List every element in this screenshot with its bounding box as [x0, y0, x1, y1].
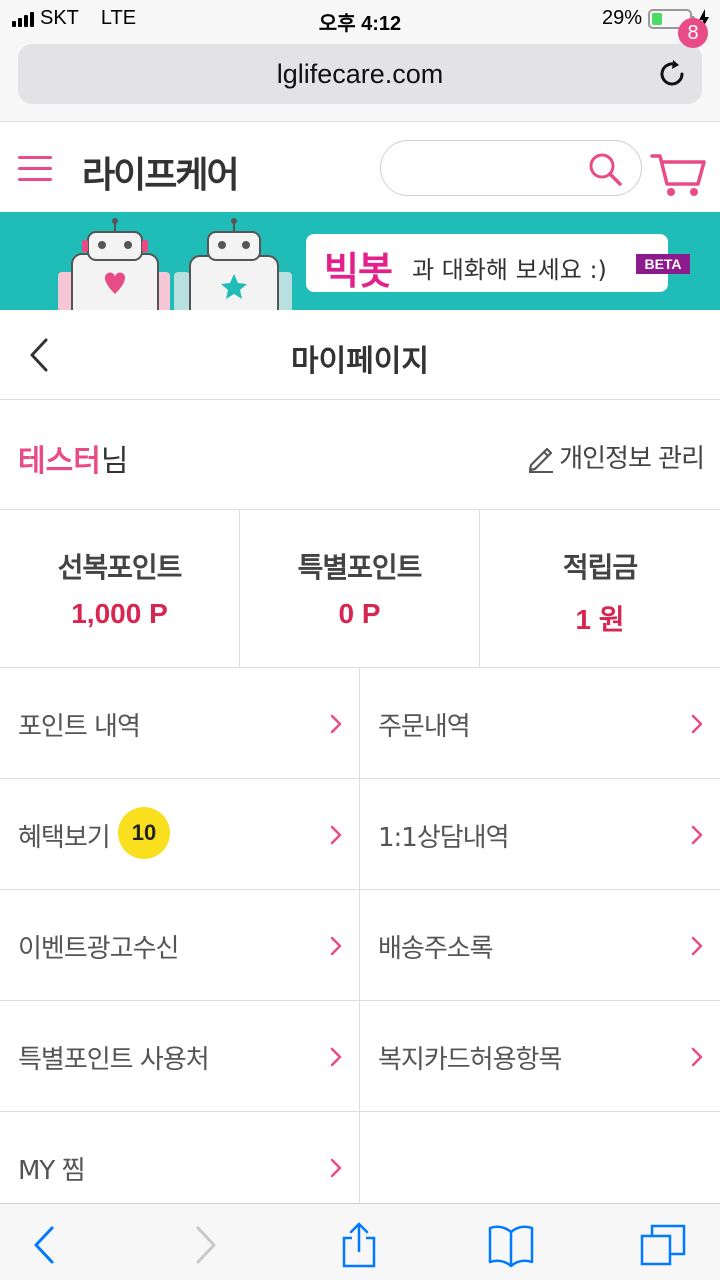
user-info-row: 테스터님 개인정보 관리	[0, 400, 720, 510]
points-summary: 선복포인트 1,000 P 특별포인트 0 P 적립금 1 원	[0, 510, 720, 668]
menu-row: 이벤트광고수신 배송주소록	[0, 890, 720, 1001]
chevron-right-icon	[330, 1047, 342, 1067]
chevron-right-icon	[691, 1047, 703, 1067]
status-bar: SKT LTE 오후 4:12 29%	[0, 0, 720, 38]
points-card[interactable]: 선복포인트 1,000 P	[0, 510, 240, 667]
banner-highlight: 빅봇	[324, 249, 393, 293]
menu-item-label: 복지카드허용항목	[378, 1045, 562, 1075]
search-icon[interactable]	[587, 151, 623, 187]
chevron-right-icon	[330, 936, 342, 956]
browser-forward-icon[interactable]	[178, 1222, 228, 1268]
battery-percent: 29%	[601, 7, 642, 29]
user-name-suffix: 님	[100, 444, 129, 479]
chevron-right-icon	[691, 825, 703, 845]
robot-illustration	[58, 218, 292, 310]
tabs-icon[interactable]	[638, 1222, 688, 1268]
menu-item-label: 특별포인트 사용처	[18, 1045, 210, 1075]
user-greeting: 테스터님	[18, 436, 128, 480]
battery-fill	[652, 12, 662, 25]
cart-count-badge: 8	[678, 18, 708, 48]
menu-item-orders[interactable]: 주문내역	[360, 668, 720, 778]
menu-item-label: 포인트 내역	[18, 712, 141, 742]
banner-text: 과 대화해 보세요 :)	[412, 256, 607, 284]
menu-item-special-point-stores[interactable]: 특별포인트 사용처	[0, 1001, 360, 1111]
points-value: 1 원	[575, 604, 625, 635]
browser-address-area: lglifecare.com	[0, 38, 720, 122]
menu-item-welfare-card-items[interactable]: 복지카드허용항목	[360, 1001, 720, 1111]
menu-item-inquiries[interactable]: 1:1상담내역	[360, 779, 720, 889]
search-input[interactable]	[380, 140, 642, 196]
banner-speech-bubble: 빅봇 과 대화해 보세요 :)	[306, 234, 668, 293]
chevron-right-icon	[691, 714, 703, 734]
site-logo[interactable]: 라이프케어	[82, 146, 240, 198]
menu-item-label: MY 찜	[18, 1156, 85, 1186]
points-value: 1,000 P	[71, 598, 168, 629]
menu-row: 포인트 내역 주문내역	[0, 668, 720, 779]
menu-row: 혜택보기 10 1:1상담내역	[0, 779, 720, 890]
menu-item-address-book[interactable]: 배송주소록	[360, 890, 720, 1000]
menu-item-label: 주문내역	[378, 712, 471, 742]
menu-icon[interactable]	[18, 156, 52, 182]
chatbot-banner[interactable]: 빅봇 과 대화해 보세요 :)	[0, 212, 720, 310]
page-title: 마이페이지	[291, 344, 429, 379]
chevron-right-icon	[330, 1158, 342, 1178]
share-icon[interactable]	[334, 1222, 384, 1268]
points-card[interactable]: 특별포인트 0 P	[240, 510, 480, 667]
chevron-right-icon	[330, 825, 342, 845]
points-card[interactable]: 적립금 1 원	[480, 510, 720, 667]
points-label: 특별포인트	[297, 551, 423, 584]
bookmarks-icon[interactable]	[486, 1222, 536, 1268]
profile-manage-label[interactable]: 개인정보 관리	[559, 438, 705, 475]
chevron-right-icon	[330, 714, 342, 734]
url-bar[interactable]: lglifecare.com	[18, 44, 702, 104]
menu-row: 특별포인트 사용처 복지카드허용항목	[0, 1001, 720, 1112]
page-title-bar: 마이페이지	[0, 310, 720, 400]
user-name: 테스터	[18, 444, 101, 479]
benefits-count-badge: 10	[118, 807, 170, 859]
cart-icon[interactable]	[650, 144, 710, 198]
points-label: 적립금	[562, 551, 638, 584]
profile-manage-link[interactable]: 개인정보 관리	[525, 438, 705, 475]
mypage-menu: 포인트 내역 주문내역 혜택보기 10 1:1상담내역 이벤트광고수신 배송주소…	[0, 668, 720, 1223]
reload-icon[interactable]	[656, 58, 688, 90]
menu-item-label: 혜택보기	[18, 823, 111, 853]
menu-item-benefits[interactable]: 혜택보기 10	[0, 779, 360, 889]
beta-tag: BETA	[636, 254, 690, 274]
points-label: 선복포인트	[57, 551, 183, 584]
site-header: 라이프케어	[0, 122, 720, 212]
browser-toolbar	[0, 1203, 720, 1280]
menu-item-point-history[interactable]: 포인트 내역	[0, 668, 360, 778]
points-value: 0 P	[338, 598, 381, 629]
browser-back-icon[interactable]	[22, 1222, 72, 1268]
menu-item-label: 배송주소록	[378, 934, 494, 964]
menu-item-label: 1:1상담내역	[378, 823, 510, 853]
url-text[interactable]: lglifecare.com	[18, 59, 702, 90]
menu-item-label: 이벤트광고수신	[18, 934, 179, 964]
pencil-icon	[529, 447, 554, 473]
chevron-right-icon	[691, 936, 703, 956]
menu-item-event-ads[interactable]: 이벤트광고수신	[0, 890, 360, 1000]
